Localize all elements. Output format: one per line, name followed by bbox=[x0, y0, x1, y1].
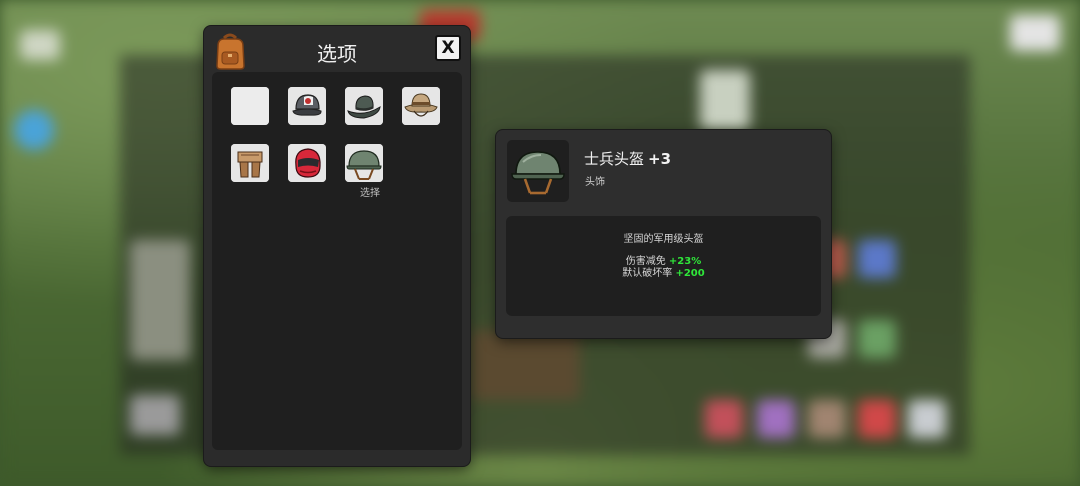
item-slot-fedora[interactable] bbox=[345, 87, 383, 125]
game-screen: 选项 X 选择 士兵头盔 +3 头饰 坚固的军用级头盔 伤害减免 +23% 默认… bbox=[0, 0, 1080, 486]
item-level: +3 bbox=[648, 150, 672, 168]
stat-line-damage-reduction: 伤害减免 +23% bbox=[506, 256, 821, 268]
baseball-cap-icon bbox=[288, 87, 326, 125]
item-description-area: 坚固的军用级头盔 伤害减免 +23% 默认破坏率 +200 bbox=[506, 216, 821, 316]
item-slot-bush-hat[interactable] bbox=[402, 87, 440, 125]
empty-slot-icon bbox=[231, 87, 269, 125]
stat-line-destruction-rate: 默认破坏率 +200 bbox=[506, 268, 821, 280]
stat-label: 伤害减免 bbox=[625, 256, 666, 267]
fedora-hat-icon bbox=[345, 87, 383, 125]
soldier-helmet-icon bbox=[345, 144, 383, 182]
motorcycle-helmet-icon bbox=[288, 144, 326, 182]
item-slot-soldier-helmet[interactable] bbox=[345, 144, 383, 182]
item-description: 坚固的军用级头盔 bbox=[623, 234, 704, 245]
item-type: 头饰 bbox=[585, 177, 605, 188]
stat-value: +23% bbox=[668, 256, 702, 267]
item-grid: 选择 bbox=[212, 72, 462, 450]
ushanka-hat-icon bbox=[231, 144, 269, 182]
options-panel: 选项 X 选择 bbox=[204, 26, 470, 466]
item-name-text: 士兵头盔 bbox=[584, 150, 645, 168]
item-slot-ushanka[interactable] bbox=[231, 144, 269, 182]
stat-value: +200 bbox=[675, 268, 705, 279]
item-slot-none[interactable] bbox=[231, 87, 269, 125]
select-label: 选择 bbox=[360, 188, 380, 199]
item-name: 士兵头盔 +3 bbox=[584, 148, 671, 169]
soldier-helmet-icon bbox=[511, 151, 565, 195]
panel-title: 选项 bbox=[317, 42, 357, 66]
item-detail-icon bbox=[507, 140, 569, 202]
stat-label: 默认破坏率 bbox=[622, 268, 673, 279]
item-slot-cap[interactable] bbox=[288, 87, 326, 125]
item-detail-panel: 士兵头盔 +3 头饰 坚固的军用级头盔 伤害减免 +23% 默认破坏率 +200 bbox=[496, 130, 831, 338]
bush-hat-icon bbox=[402, 87, 440, 125]
item-slot-motorcycle-helmet[interactable] bbox=[288, 144, 326, 182]
close-button[interactable]: X bbox=[435, 35, 461, 61]
